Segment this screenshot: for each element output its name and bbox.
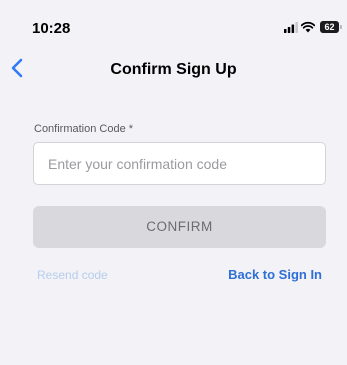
battery-level: 62	[324, 22, 335, 32]
confirm-sign-up-screen: 10:28 62 Confirm Sign Up Confirmation Co…	[0, 0, 347, 365]
status-time: 10:28	[32, 20, 71, 37]
confirmation-code-input[interactable]	[33, 142, 326, 185]
resend-code-link[interactable]: Resend code	[37, 268, 108, 282]
confirmation-code-label: Confirmation Code *	[34, 123, 134, 135]
page-title: Confirm Sign Up	[110, 61, 237, 78]
status-bar: 10:28 62	[0, 0, 347, 44]
wifi-icon	[301, 21, 315, 33]
battery-cap	[339, 25, 342, 29]
battery-icon: 62	[320, 21, 342, 33]
back-to-sign-in-link[interactable]: Back to Sign In	[228, 267, 322, 282]
nav-bar: Confirm Sign Up	[0, 50, 347, 90]
confirm-button[interactable]: CONFIRM	[33, 206, 326, 248]
signal-icon	[284, 22, 298, 33]
